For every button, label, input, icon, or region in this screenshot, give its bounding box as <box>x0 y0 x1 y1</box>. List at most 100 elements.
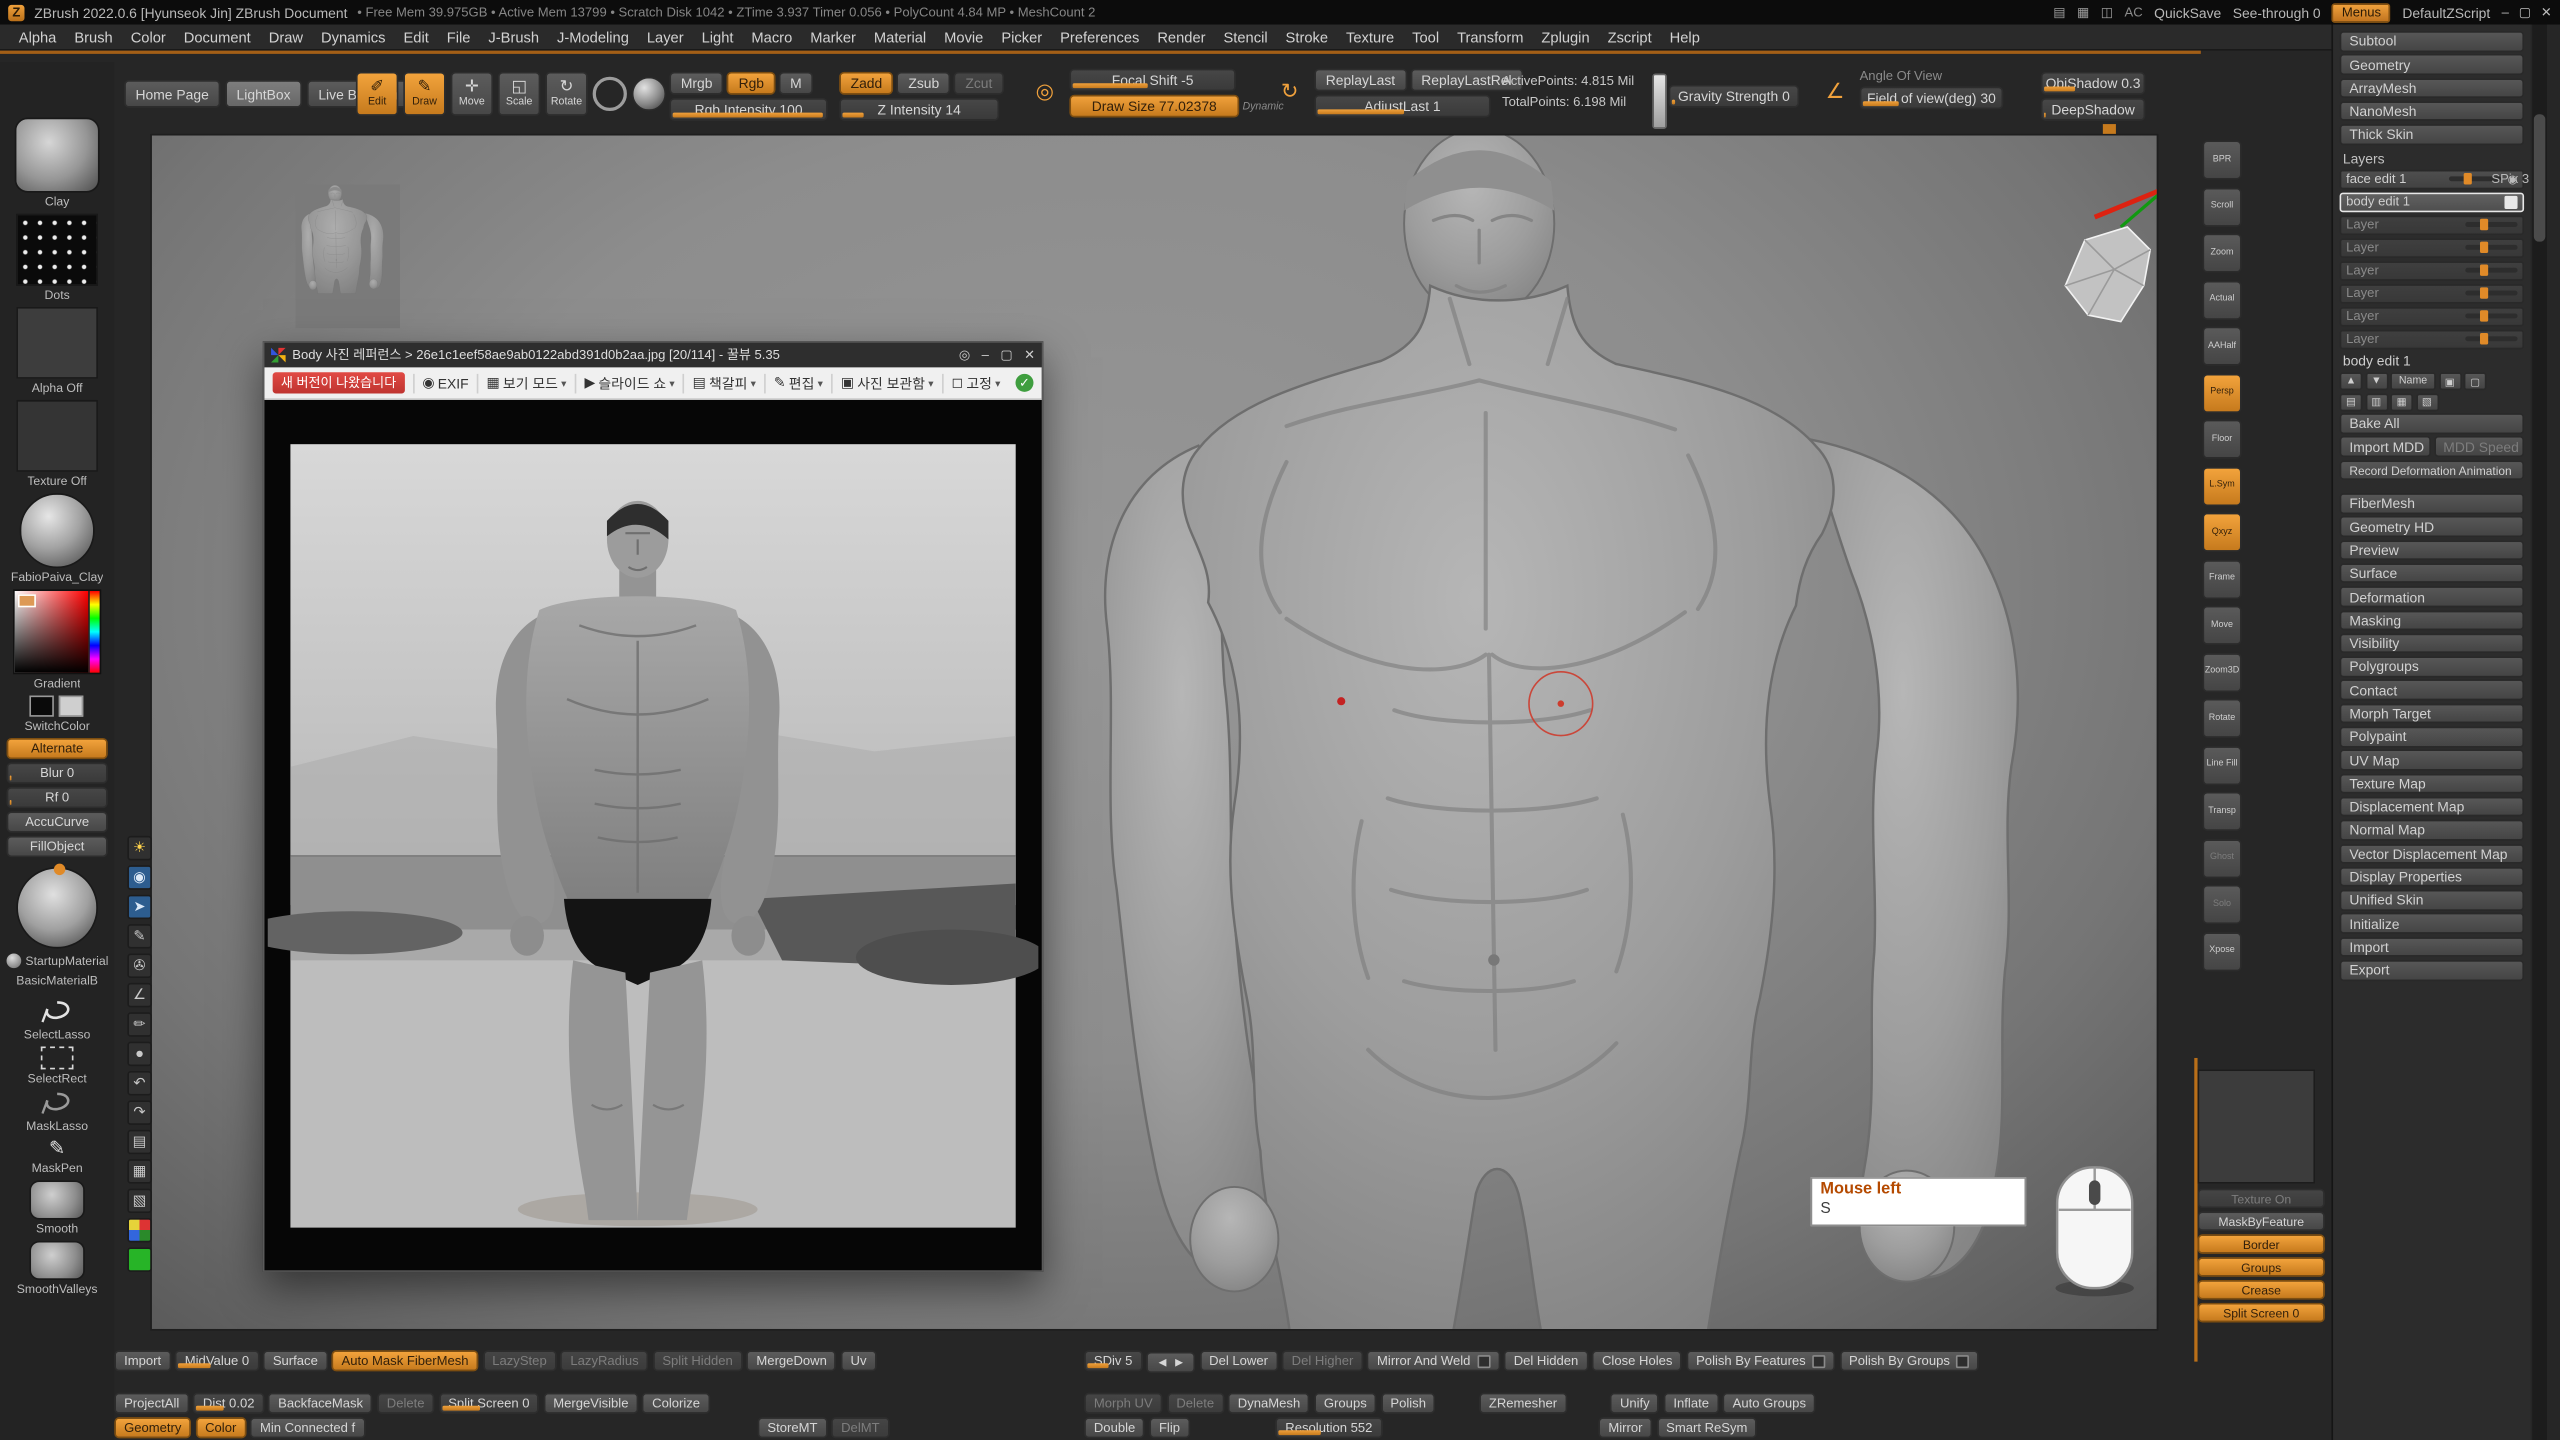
smooth-thumbnail[interactable] <box>29 1180 85 1219</box>
menu-item[interactable]: J-Brush <box>479 29 548 45</box>
menu-item[interactable]: Tool <box>1403 29 1448 45</box>
adjust-last-slider[interactable]: AdjustLast 1 <box>1314 95 1490 118</box>
bottom-button[interactable]: Inflate <box>1664 1393 1719 1414</box>
bottom-button[interactable]: Dist 0.02 <box>193 1393 264 1414</box>
texture-on-button[interactable]: Texture On <box>2198 1189 2325 1209</box>
shelf-button[interactable]: Solo <box>2202 885 2241 924</box>
deepshadow-slider[interactable]: DeepShadow <box>2041 98 2145 121</box>
bottom-button[interactable]: Unify <box>1610 1393 1659 1414</box>
alternate-button[interactable]: Alternate <box>7 738 108 759</box>
clipboard-icon[interactable]: ▧ <box>127 1189 151 1213</box>
bottom-button[interactable]: LazyStep <box>482 1350 556 1371</box>
panel-section[interactable]: Polypaint <box>2340 727 2524 747</box>
eye-icon[interactable]: ◉ <box>127 865 151 889</box>
focal-shift-slider[interactable]: Focal Shift -5 <box>1069 69 1236 92</box>
shelf-button[interactable]: Xpose <box>2202 931 2241 970</box>
menu-item[interactable]: Zscript <box>1599 29 1661 45</box>
rotate-mode-button[interactable]: ↻ Rotate <box>545 72 587 116</box>
bottom-button[interactable]: Polish <box>1381 1393 1436 1414</box>
primary-color-swatch[interactable] <box>30 696 54 717</box>
bottom-button[interactable]: Double <box>1084 1417 1145 1438</box>
layer-slider[interactable] <box>2465 314 2517 319</box>
hue-strip[interactable] <box>90 591 100 673</box>
panel-section[interactable]: Visibility <box>2340 633 2524 653</box>
menu-item[interactable]: File <box>438 29 480 45</box>
menu-item[interactable]: Document <box>175 29 260 45</box>
draw-mode-button[interactable]: ✎ Draw <box>403 72 445 116</box>
shelf-button[interactable]: Move <box>2202 606 2241 645</box>
pencil-icon[interactable]: ✏ <box>127 1012 151 1036</box>
panel-section[interactable]: Texture Map <box>2340 773 2524 793</box>
menu-item[interactable]: Marker <box>801 29 865 45</box>
bottom-button[interactable]: Groups <box>1314 1393 1376 1414</box>
bottom-button[interactable]: ProjectAll <box>114 1393 189 1414</box>
bottom-button[interactable]: Colorize <box>642 1393 709 1414</box>
bottom-button[interactable]: LazyRadius <box>561 1350 649 1371</box>
menu-item[interactable]: Preferences <box>1051 29 1148 45</box>
panel-section[interactable]: Contact <box>2340 680 2524 700</box>
texture-thumbnail[interactable] <box>16 400 98 472</box>
layer-slider[interactable] <box>2465 291 2517 296</box>
quicksave-button[interactable]: QuickSave <box>2154 4 2221 20</box>
switch-color[interactable]: SwitchColor <box>24 696 89 734</box>
panel-section[interactable]: Initialize <box>2340 913 2524 933</box>
layer-up-icon[interactable]: ▲ <box>2340 373 2363 391</box>
layer-name-button[interactable]: Name <box>2390 373 2436 391</box>
pin-icon[interactable]: ◎ <box>959 348 970 363</box>
panel-section[interactable]: Preview <box>2340 540 2524 560</box>
dot-icon[interactable]: ● <box>127 1042 151 1066</box>
grid-icon[interactable]: ▤ <box>2053 5 2065 20</box>
menu-item[interactable]: Dynamics <box>312 29 394 45</box>
layer-row[interactable]: Layer <box>2340 238 2524 259</box>
spix-readout[interactable]: SPix 3 <box>2491 171 2529 186</box>
menu-item[interactable]: Alpha <box>10 29 66 45</box>
color-picker[interactable]: Gradient <box>13 589 101 690</box>
canvas-thumbnail[interactable] <box>296 184 400 328</box>
menu-item[interactable]: Render <box>1148 29 1214 45</box>
mask-pen-tool[interactable]: ✎ MaskPen <box>32 1138 83 1176</box>
bottom-button[interactable]: Auto Mask FiberMesh <box>332 1350 479 1371</box>
panel-section[interactable]: Subtool <box>2340 31 2524 51</box>
panel-section[interactable]: Export <box>2340 960 2524 980</box>
bottom-button[interactable]: Morph UV <box>1084 1393 1162 1414</box>
bottom-button[interactable]: Delete <box>1167 1393 1224 1414</box>
bottom-button[interactable]: ZRemesher <box>1479 1393 1567 1414</box>
layer-slider[interactable] <box>2465 223 2517 228</box>
bottom-button[interactable]: Del Lower <box>1199 1350 1277 1371</box>
material-sphere-preview[interactable] <box>16 867 98 949</box>
menu-item[interactable]: Stroke <box>1277 29 1337 45</box>
layer-split-icon[interactable]: ▥ <box>2365 393 2388 411</box>
panel-section[interactable]: Morph Target <box>2340 703 2524 723</box>
material-preview[interactable] <box>16 867 98 949</box>
scrollbar-thumb[interactable] <box>2534 114 2545 241</box>
replay-last-button[interactable]: ReplayLast <box>1314 69 1406 92</box>
layout-icon[interactable]: ◫ <box>2101 5 2113 20</box>
menu-item[interactable]: Stencil <box>1215 29 1277 45</box>
shelf-button[interactable]: Persp <box>2202 373 2241 412</box>
bake-all-button[interactable]: Bake All <box>2340 413 2524 433</box>
layer-row[interactable]: Layer <box>2340 283 2524 304</box>
minimize-icon[interactable]: – <box>2502 5 2509 20</box>
mask-lasso-tool[interactable]: MaskLasso <box>26 1091 88 1133</box>
photo-image-area[interactable] <box>264 400 1041 1270</box>
green-swatch[interactable]: ■ <box>127 1247 151 1271</box>
layer-duplicate-icon[interactable]: ▣ <box>2438 373 2461 391</box>
panel-section[interactable]: Geometry <box>2340 54 2524 74</box>
menu-item[interactable]: Draw <box>260 29 312 45</box>
polyhead-preview[interactable] <box>2049 220 2157 328</box>
panel-section[interactable]: Deformation <box>2340 587 2524 607</box>
mrgb-button[interactable]: Mrgb <box>669 72 723 95</box>
shelf-button[interactable]: Scroll <box>2202 187 2241 226</box>
menu-item[interactable]: Light <box>693 29 743 45</box>
groups-button[interactable]: Groups <box>2198 1257 2325 1277</box>
bottom-button[interactable]: Split Screen 0 <box>438 1393 539 1414</box>
menu-item[interactable]: Color <box>122 29 175 45</box>
bottom-button[interactable]: Polish By Groups <box>1839 1350 1979 1371</box>
zsub-button[interactable]: Zsub <box>897 72 951 95</box>
gravity-strength-slider[interactable]: Gravity Strength 0 <box>1669 85 1800 108</box>
bottom-button[interactable]: Del Hidden <box>1504 1350 1588 1371</box>
close-icon[interactable]: ✕ <box>2541 5 2552 20</box>
panel-section[interactable]: Polygroups <box>2340 657 2524 677</box>
smooth-brush[interactable]: Smooth <box>29 1180 85 1236</box>
select-lasso-tool[interactable]: SelectLasso <box>24 999 91 1041</box>
